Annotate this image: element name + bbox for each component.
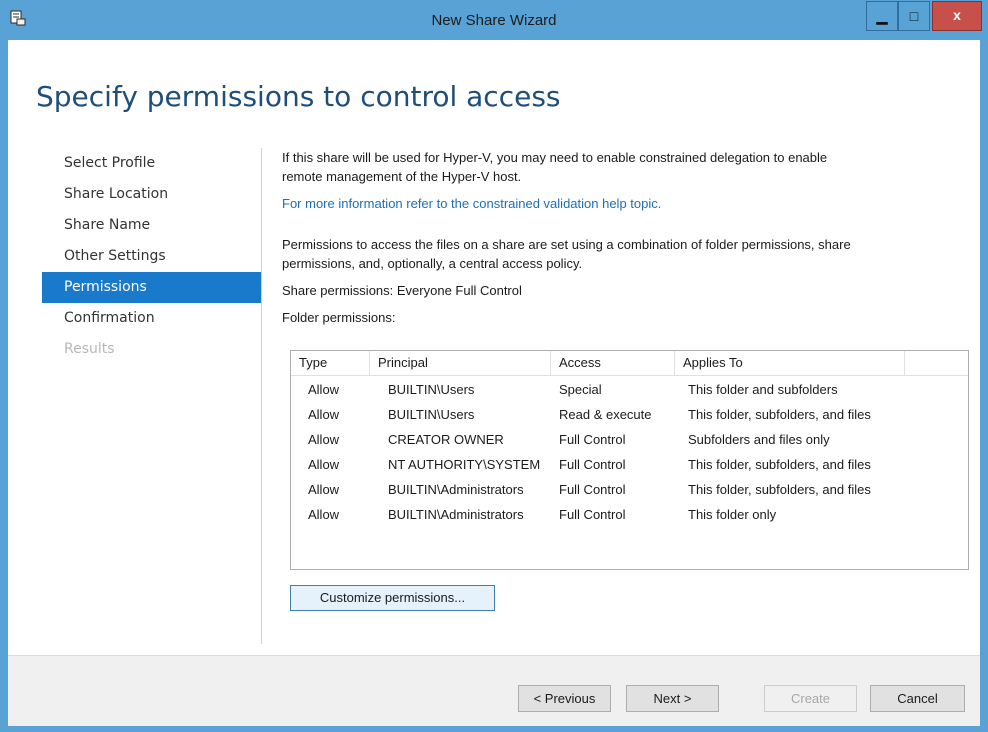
column-header-applies-to[interactable]: Applies To	[675, 351, 905, 375]
table-row[interactable]: Allow BUILTIN\Users Read & execute This …	[291, 402, 968, 427]
nav-item-other-settings[interactable]: Other Settings	[42, 241, 262, 272]
cell-applies-to: Subfolders and files only	[688, 432, 830, 447]
cell-type: Allow	[308, 407, 340, 422]
table-body: Allow BUILTIN\Users Special This folder …	[291, 377, 968, 527]
cell-principal: BUILTIN\Administrators	[388, 507, 524, 522]
cell-principal: CREATOR OWNER	[388, 432, 504, 447]
folder-permissions-table[interactable]: Type Principal Access Applies To Allow B…	[290, 350, 969, 570]
cell-principal: BUILTIN\Users	[388, 407, 475, 422]
nav-item-results: Results	[64, 341, 115, 357]
hyperv-text-line2: remote management of the Hyper-V host.	[282, 169, 522, 184]
nav-divider	[261, 148, 262, 644]
nav-item-share-location[interactable]: Share Location	[42, 179, 262, 210]
cell-access: Full Control	[559, 432, 626, 447]
create-button: Create	[764, 685, 857, 712]
permissions-panel: If this share will be used for Hyper-V, …	[282, 148, 972, 327]
nav-item-permissions[interactable]: Permissions	[42, 272, 262, 303]
permissions-text-line2: permissions, and, optionally, a central …	[282, 256, 583, 271]
cell-access: Read & execute	[559, 407, 652, 422]
customize-permissions-button[interactable]: Customize permissions...	[290, 585, 495, 611]
nav-item-share-name[interactable]: Share Name	[42, 210, 262, 241]
maximize-icon: □	[909, 8, 919, 24]
permissions-text-line1: Permissions to access the files on a sha…	[282, 237, 851, 252]
cell-type: Allow	[308, 382, 340, 397]
page-title: Specify permissions to control access	[36, 80, 561, 113]
cell-access: Full Control	[559, 507, 626, 522]
table-row[interactable]: Allow NT AUTHORITY\SYSTEM Full Control T…	[291, 452, 968, 477]
cell-type: Allow	[308, 432, 340, 447]
wizard-client-area: Specify permissions to control access Se…	[8, 40, 980, 725]
table-row[interactable]: Allow BUILTIN\Administrators Full Contro…	[291, 502, 968, 527]
nav-item-confirmation[interactable]: Confirmation	[42, 303, 262, 334]
hyperv-text-line1: If this share will be used for Hyper-V, …	[282, 150, 828, 165]
close-button[interactable]: x	[932, 1, 982, 31]
cell-principal: BUILTIN\Users	[388, 382, 475, 397]
close-icon: x	[953, 7, 961, 23]
cell-access: Full Control	[559, 457, 626, 472]
cell-access: Special	[559, 382, 602, 397]
minimize-button[interactable]: ▁	[866, 1, 898, 31]
next-button[interactable]: Next >	[626, 685, 719, 712]
share-permissions-label: Share permissions: Everyone Full Control	[282, 283, 522, 298]
cancel-button[interactable]: Cancel	[870, 685, 965, 712]
table-row[interactable]: Allow BUILTIN\Administrators Full Contro…	[291, 477, 968, 502]
wizard-window: New Share Wizard ▁ □ x Specify permissio…	[0, 0, 988, 732]
cell-applies-to: This folder only	[688, 507, 777, 522]
folder-permissions-label: Folder permissions:	[282, 310, 396, 325]
nav-item-select-profile[interactable]: Select Profile	[42, 148, 262, 179]
previous-button[interactable]: < Previous	[518, 685, 611, 712]
cell-applies-to: This folder and subfolders	[688, 382, 838, 397]
title-bar[interactable]: New Share Wizard ▁ □ x	[0, 0, 988, 40]
column-header-type[interactable]: Type	[291, 351, 370, 375]
table-row[interactable]: Allow BUILTIN\Users Special This folder …	[291, 377, 968, 402]
cell-type: Allow	[308, 507, 340, 522]
cell-type: Allow	[308, 482, 340, 497]
wizard-footer: < Previous Next > Create Cancel	[8, 655, 980, 726]
column-header-access[interactable]: Access	[551, 351, 675, 375]
minimize-icon: ▁	[876, 8, 888, 24]
cell-applies-to: This folder, subfolders, and files	[688, 482, 871, 497]
maximize-button[interactable]: □	[898, 1, 930, 31]
help-link[interactable]: For more information refer to the constr…	[282, 194, 972, 213]
column-header-filler	[905, 351, 968, 375]
table-row[interactable]: Allow CREATOR OWNER Full Control Subfold…	[291, 427, 968, 452]
cell-type: Allow	[308, 457, 340, 472]
cell-applies-to: This folder, subfolders, and files	[688, 457, 871, 472]
window-title: New Share Wizard	[431, 12, 557, 29]
column-header-principal[interactable]: Principal	[370, 351, 551, 375]
cell-access: Full Control	[559, 482, 626, 497]
cell-applies-to: This folder, subfolders, and files	[688, 407, 871, 422]
wizard-nav: Select Profile Share Location Share Name…	[42, 148, 262, 365]
cell-principal: NT AUTHORITY\SYSTEM	[388, 457, 541, 472]
table-header: Type Principal Access Applies To	[291, 351, 968, 376]
cell-principal: BUILTIN\Administrators	[388, 482, 524, 497]
